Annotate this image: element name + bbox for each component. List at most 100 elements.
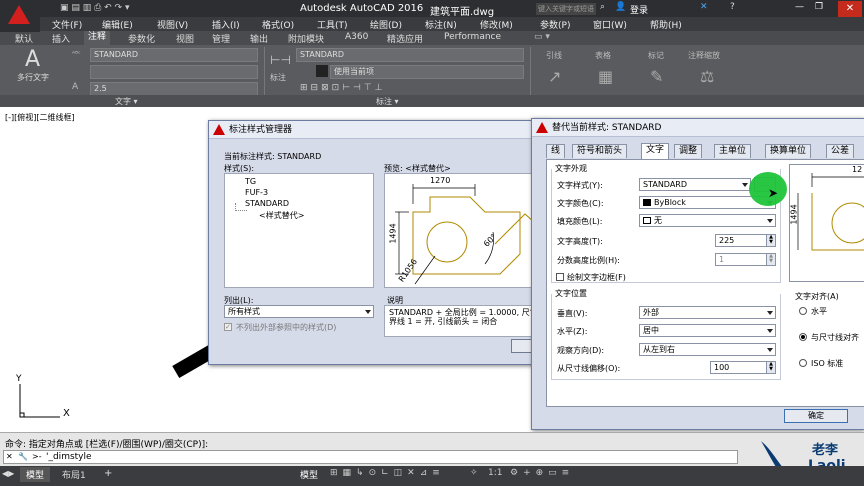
menu-insert[interactable]: 插入(I) [212, 18, 240, 31]
tab-output[interactable]: 输出 [250, 32, 268, 45]
table-icon[interactable]: ▦ [598, 67, 613, 86]
align-horizontal-radio[interactable] [799, 307, 807, 315]
model-space-button[interactable]: 模型 [300, 468, 318, 481]
user-icon[interactable]: 👤 [615, 2, 626, 12]
minimize-button[interactable]: — [795, 2, 804, 12]
drafting-tools-icons[interactable]: ⊞▦↳⊙∟◫✕⊿≡ [330, 468, 445, 478]
scale-icon[interactable]: ⚖ [700, 67, 714, 86]
exclude-xref-checkbox[interactable]: ✓ [224, 323, 232, 331]
dimension-icon[interactable]: ⊢⊣ [270, 53, 291, 67]
menu-tools[interactable]: 工具(T) [317, 18, 348, 31]
list-item[interactable]: FUF-3 [245, 188, 268, 197]
ribbon-toggle-icon[interactable]: ▭ ▾ [534, 32, 550, 42]
leader-icon[interactable]: ↗ [548, 67, 561, 86]
text-style-select[interactable]: STANDARD [639, 178, 751, 191]
dimension-label[interactable]: 标注 [270, 72, 286, 83]
status-tools-icons[interactable]: ⚙+⊕▭≡ [510, 468, 574, 478]
menu-draw[interactable]: 绘图(D) [370, 18, 402, 31]
tab-primary-units[interactable]: 主单位 [714, 144, 752, 158]
stepper-icon[interactable]: ▲ ▼ [766, 235, 775, 246]
mtext-icon[interactable]: A [25, 47, 40, 72]
exchange-icon[interactable]: ✕ [700, 2, 708, 12]
menu-dimension[interactable]: 标注(N) [425, 18, 457, 31]
dim-style-combo[interactable]: STANDARD [296, 48, 524, 62]
maximize-button[interactable]: ❐ [815, 2, 823, 12]
menu-window[interactable]: 窗口(W) [593, 18, 627, 31]
menu-view[interactable]: 视图(V) [157, 18, 188, 31]
tab-insert[interactable]: 插入 [52, 32, 70, 45]
tab-text[interactable]: 文字 [641, 143, 670, 159]
list-item[interactable]: TG [245, 177, 256, 186]
search-icon[interactable]: ⌕ [600, 2, 605, 12]
align-iso-radio[interactable] [799, 359, 807, 367]
menu-modify[interactable]: 修改(M) [480, 18, 513, 31]
dim-layer-combo[interactable]: 使用当前项 [330, 65, 524, 79]
viewport-label[interactable]: [-][俯视][二维线框] [5, 112, 75, 123]
dialog-title-bar[interactable]: 标注样式管理器 [209, 121, 547, 139]
tab-a360[interactable]: A360 [345, 32, 368, 42]
menu-file[interactable]: 文件(F) [52, 18, 82, 31]
styles-list[interactable]: TG FUF-3 STANDARD <样式替代> [224, 173, 374, 288]
horizontal-select[interactable]: 居中 [639, 324, 776, 337]
align-with-line-radio[interactable] [799, 333, 807, 341]
text-find-input[interactable] [90, 65, 258, 79]
tab-alt-units[interactable]: 换算单位 [765, 144, 812, 158]
mtext-label[interactable]: 多行文字 [17, 72, 49, 83]
text-frame-checkbox[interactable] [556, 273, 564, 281]
tab-featured[interactable]: 精选应用 [387, 32, 423, 45]
dim-group-label[interactable]: 标注 ▾ [376, 96, 399, 107]
layout-nav-icon[interactable]: ◀▶ [2, 469, 14, 478]
leader-group[interactable]: 引线 [546, 50, 562, 61]
close-button[interactable]: ✕ [838, 1, 862, 17]
menu-help[interactable]: 帮助(H) [650, 18, 682, 31]
menu-params[interactable]: 参数(P) [540, 18, 570, 31]
close-icon[interactable]: ✕ [6, 452, 13, 461]
stepper-icon[interactable]: ▲ ▼ [766, 254, 775, 265]
ok-button[interactable]: 确定 [784, 409, 848, 423]
help-icon[interactable]: ? [730, 2, 735, 12]
dim-tools-icons[interactable]: ⊞⊟⊠⊡⊢⊣⊤⊥ [300, 83, 386, 93]
markup-group[interactable]: 标记 [648, 50, 664, 61]
annotation-scale-group[interactable]: 注释缩放 [688, 50, 720, 61]
markup-icon[interactable]: ✎ [650, 67, 663, 86]
tab-model[interactable]: 模型 [20, 467, 51, 482]
tab-addins[interactable]: 附加模块 [288, 32, 324, 45]
tab-annotate[interactable]: 注释 [84, 31, 111, 45]
add-layout-icon[interactable]: + [104, 468, 112, 479]
text-style-combo[interactable]: STANDARD [90, 48, 258, 62]
tab-fit[interactable]: 调整 [674, 144, 703, 158]
view-direction-select[interactable]: 从左到右 [639, 343, 776, 356]
command-input[interactable]: ✕ 🔧 >- '_dimstyle [3, 450, 738, 464]
list-item[interactable]: STANDARD [245, 199, 289, 208]
tab-tolerances[interactable]: 公差 [826, 144, 855, 158]
fraction-scale-input[interactable]: 1 ▲ ▼ [715, 253, 776, 266]
tab-symbols[interactable]: 符号和箭头 [572, 144, 628, 158]
list-item[interactable]: <样式替代> [259, 210, 304, 221]
tab-performance[interactable]: Performance [444, 32, 501, 42]
stepper-icon[interactable]: ▲ ▼ [766, 362, 775, 373]
menu-edit[interactable]: 编辑(E) [102, 18, 133, 31]
dialog-title-bar[interactable]: 替代当前样式: STANDARD [532, 119, 864, 137]
search-input[interactable]: 键入关键字或短语 [536, 3, 596, 15]
table-group[interactable]: 表格 [595, 50, 611, 61]
annotation-scale-label[interactable]: 1:1 [488, 468, 502, 478]
text-height-combo[interactable]: 2.5 [90, 82, 258, 96]
text-group-label[interactable]: 文字 ▾ [115, 96, 138, 107]
tab-layout1[interactable]: 布局1 [62, 468, 86, 481]
text-height-input[interactable]: 225 ▲ ▼ [715, 234, 776, 247]
tab-view[interactable]: 视图 [176, 32, 194, 45]
tab-default[interactable]: 默认 [15, 32, 33, 45]
wrench-icon[interactable]: 🔧 [18, 452, 28, 461]
tab-lines[interactable]: 线 [546, 144, 566, 158]
app-menu-button[interactable] [0, 0, 40, 32]
annotation-visibility-icon[interactable]: ✧ [470, 468, 478, 478]
tab-manage[interactable]: 管理 [212, 32, 230, 45]
offset-input[interactable]: 100 ▲ ▼ [710, 361, 776, 374]
vertical-select[interactable]: 外部 [639, 306, 776, 319]
menu-format[interactable]: 格式(O) [262, 18, 294, 31]
login-button[interactable]: 登录 [630, 3, 648, 16]
fill-color-select[interactable]: 无 [639, 214, 776, 227]
list-filter-select[interactable]: 所有样式 [224, 305, 374, 318]
quick-access-toolbar[interactable]: ▣ ▤ ▥ ⎙ ↶ ↷ ▾ [60, 3, 129, 13]
tab-parametric[interactable]: 参数化 [128, 32, 155, 45]
